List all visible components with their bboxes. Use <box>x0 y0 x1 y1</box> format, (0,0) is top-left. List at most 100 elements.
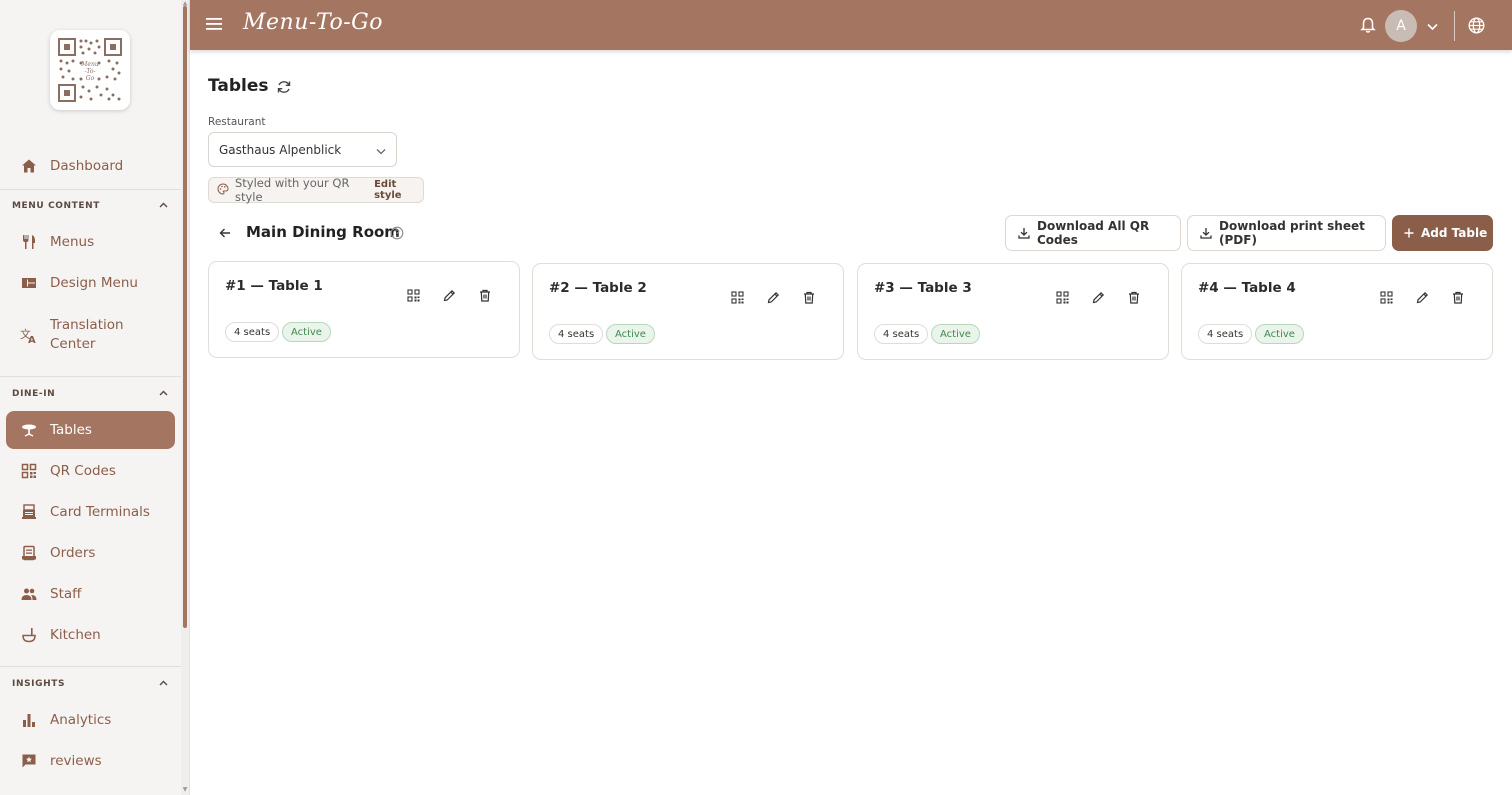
chevron-up-icon <box>159 201 168 211</box>
table-card[interactable]: #1 — Table 1 4 seats Active <box>208 261 520 358</box>
seats-badge: 4 seats <box>549 324 604 344</box>
trash-icon[interactable] <box>1126 289 1142 305</box>
status-badge: Active <box>1255 324 1304 344</box>
table-card-title: #1 — Table 1 <box>225 278 323 294</box>
add-table-button[interactable]: Add Table <box>1392 215 1493 251</box>
topbar: Menu-To-Go A <box>190 0 1512 50</box>
app-brand[interactable]: Menu-To-Go <box>243 10 383 35</box>
sidebar-item-reviews[interactable]: reviews <box>6 742 175 780</box>
back-arrow-icon[interactable] <box>218 226 232 240</box>
status-badge: Active <box>282 322 331 342</box>
add-table-label: Add Table <box>1421 226 1488 240</box>
sidebar-item-label: Design Menu <box>50 274 138 291</box>
translate-icon: 文A <box>20 326 38 344</box>
sidebar: Menu -To- Go Dashboard MENU CONTENT Menu… <box>0 0 181 795</box>
edit-style-link[interactable]: Edit style <box>374 179 423 201</box>
sidebar-item-label: Analytics <box>50 711 112 728</box>
help-circle-icon[interactable] <box>390 226 404 240</box>
qr-code-icon <box>20 462 38 480</box>
sidebar-scrollbar[interactable] <box>181 0 189 795</box>
sidebar-item-label: Kitchen <box>50 626 101 643</box>
chevron-up-icon <box>159 389 168 399</box>
qr-code-icon[interactable] <box>1054 289 1070 305</box>
sidebar-item-qr-codes[interactable]: QR Codes <box>6 452 175 490</box>
scroll-down-arrow-icon[interactable]: ▼ <box>182 787 188 793</box>
section-insights[interactable]: INSIGHTS <box>12 677 168 691</box>
sidebar-item-label: Staff <box>50 585 82 602</box>
qr-logo[interactable]: Menu -To- Go <box>50 30 130 110</box>
globe-icon[interactable] <box>1468 17 1485 38</box>
qr-code-icon[interactable] <box>729 289 745 305</box>
sidebar-item-label: reviews <box>50 752 102 769</box>
receipt-icon <box>20 544 38 562</box>
sidebar-item-label: Orders <box>50 544 96 561</box>
table-card[interactable]: #4 — Table 4 4 seats Active <box>1181 263 1493 360</box>
scroll-up-arrow-icon[interactable]: ▲ <box>182 1 188 7</box>
qr-style-chip: Styled with your QR style Edit style <box>208 176 424 204</box>
section-dine-in[interactable]: DINE-IN <box>12 387 168 401</box>
dashboard-layout-icon <box>20 274 38 292</box>
sidebar-item-label: Card Terminals <box>50 503 150 520</box>
sidebar-item-card-terminals[interactable]: Card Terminals <box>6 493 175 531</box>
qr-code-icon[interactable] <box>1378 289 1394 305</box>
section-title: MENU CONTENT <box>12 201 101 211</box>
table-card[interactable]: #3 — Table 3 4 seats Active <box>857 263 1169 360</box>
card-terminal-icon <box>20 503 38 521</box>
svg-text:Menu: Menu <box>80 61 99 68</box>
sidebar-item-label: Tables <box>50 421 92 438</box>
restaurant-select-value: Gasthaus Alpenblick <box>219 142 342 157</box>
sidebar-item-menus[interactable]: Menus <box>6 223 175 261</box>
sidebar-item-staff[interactable]: Staff <box>6 575 175 613</box>
sidebar-item-tables[interactable]: Tables <box>6 411 175 449</box>
trash-icon[interactable] <box>801 289 817 305</box>
sidebar-item-kitchen[interactable]: Kitchen <box>6 616 175 654</box>
seats-badge: 4 seats <box>874 324 929 344</box>
refresh-icon[interactable] <box>276 79 292 95</box>
room-title: Main Dining Room <box>246 223 400 241</box>
download-print-sheet-button[interactable]: Download print sheet (PDF) <box>1187 215 1386 251</box>
section-divider <box>0 376 181 377</box>
qr-logo-icon: Menu -To- Go <box>58 38 122 102</box>
edit-pencil-icon[interactable] <box>1414 289 1430 305</box>
review-icon <box>20 752 38 770</box>
sidebar-item-analytics[interactable]: Analytics <box>6 701 175 739</box>
bell-icon[interactable] <box>1360 17 1376 38</box>
status-badge: Active <box>931 324 980 344</box>
seats-badge: 4 seats <box>1198 324 1253 344</box>
table-card-actions <box>1358 289 1466 305</box>
sidebar-item-design-menu[interactable]: Design Menu <box>6 264 175 302</box>
qr-code-icon[interactable] <box>405 287 421 303</box>
section-menu-content[interactable]: MENU CONTENT <box>12 199 168 213</box>
sidebar-item-label: Dashboard <box>50 157 124 174</box>
page-title: Tables <box>208 76 269 96</box>
scrollbar-thumb[interactable] <box>183 6 187 628</box>
status-badge: Active <box>606 324 655 344</box>
download-all-qr-button[interactable]: Download All QR Codes <box>1005 215 1181 251</box>
palette-icon <box>217 182 229 198</box>
table-card-actions <box>1034 289 1142 305</box>
table-card-actions <box>385 287 493 303</box>
svg-text:A: A <box>28 335 36 344</box>
edit-pencil-icon[interactable] <box>441 287 457 303</box>
chevron-up-icon <box>159 679 168 689</box>
trash-icon[interactable] <box>477 287 493 303</box>
chevron-down-icon[interactable] <box>1427 20 1438 35</box>
restaurant-select[interactable]: Gasthaus Alpenblick <box>208 132 397 167</box>
content-divider <box>189 0 190 795</box>
edit-pencil-icon[interactable] <box>765 289 781 305</box>
section-divider <box>0 666 181 667</box>
edit-pencil-icon[interactable] <box>1090 289 1106 305</box>
avatar[interactable]: A <box>1385 10 1417 42</box>
seats-badge: 4 seats <box>225 322 280 342</box>
download-icon <box>1200 227 1212 239</box>
sidebar-item-dashboard[interactable]: Dashboard <box>6 147 175 185</box>
hamburger-menu-icon[interactable] <box>206 17 222 31</box>
svg-text:-To-: -To- <box>85 68 96 75</box>
trash-icon[interactable] <box>1450 289 1466 305</box>
download-icon <box>1018 227 1030 239</box>
sidebar-item-translation-center[interactable]: 文A Translation Center <box>6 315 175 355</box>
sidebar-item-orders[interactable]: Orders <box>6 534 175 572</box>
table-card[interactable]: #2 — Table 2 4 seats Active <box>532 263 844 360</box>
bar-chart-icon <box>20 711 38 729</box>
sidebar-item-label: Menus <box>50 233 95 250</box>
